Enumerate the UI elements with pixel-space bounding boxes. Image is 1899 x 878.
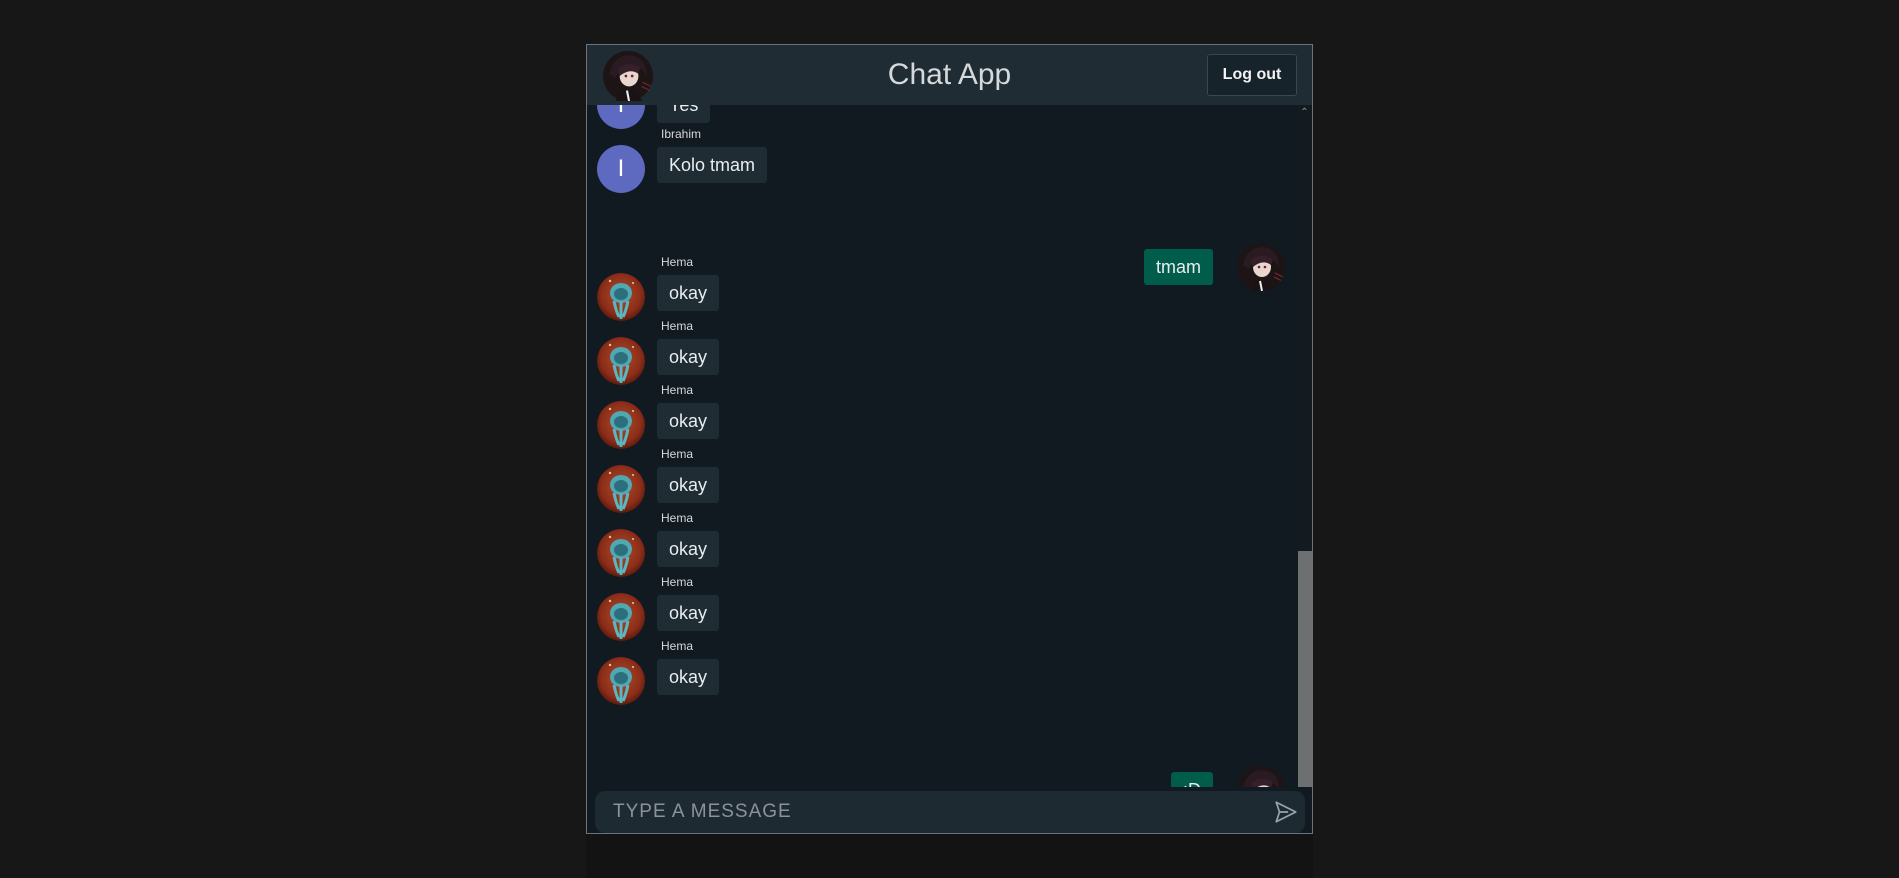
chat-header: Chat App Log out [587, 45, 1312, 105]
message-bubble: okay [657, 659, 720, 695]
message-list[interactable]: I Yes Ibrahim I Kolo tmam tmam Hema okay… [587, 105, 1297, 827]
page-footer-strip [586, 834, 1313, 878]
message-bubble: Kolo tmam [657, 147, 768, 183]
sender-name: Ibrahim [661, 127, 702, 141]
send-icon[interactable] [1273, 799, 1299, 825]
sender-avatar[interactable] [597, 593, 645, 641]
sender-avatar[interactable]: I [597, 105, 645, 129]
sender-avatar[interactable] [597, 465, 645, 513]
app-title: Chat App [887, 58, 1012, 91]
sender-name: Hema [661, 447, 694, 461]
message-composer [587, 787, 1312, 833]
sender-avatar[interactable] [597, 273, 645, 321]
sender-avatar[interactable] [597, 337, 645, 385]
message-bubble: okay [657, 595, 720, 631]
message-bubble: okay [657, 467, 720, 503]
sender-avatar[interactable]: I [597, 145, 645, 193]
message-bubble: okay [657, 275, 720, 311]
sender-avatar[interactable] [597, 657, 645, 705]
sender-name: Hema [661, 383, 694, 397]
sender-avatar[interactable] [597, 529, 645, 577]
sender-avatar[interactable] [597, 401, 645, 449]
message-bubble: Yes [657, 105, 711, 123]
message-bubble: okay [657, 531, 720, 567]
my-avatar[interactable] [1237, 243, 1285, 291]
sender-name: Hema [661, 639, 694, 653]
message-bubble: okay [657, 339, 720, 375]
scroll-thumb[interactable] [1298, 551, 1312, 825]
message-input[interactable] [595, 791, 1305, 833]
sender-name: Hema [661, 255, 694, 269]
sender-name: Hema [661, 511, 694, 525]
scroll-up-icon[interactable]: ⌃ [1297, 105, 1312, 120]
message-bubble: okay [657, 403, 720, 439]
chat-window: I Yes Ibrahim I Kolo tmam tmam Hema okay… [586, 44, 1313, 834]
message-bubble: tmam [1144, 249, 1213, 285]
logout-button[interactable]: Log out [1207, 54, 1297, 96]
sender-name: Hema [661, 319, 694, 333]
message-scrollbar[interactable]: ⌃ ⌄ [1297, 105, 1312, 827]
sender-name: Hema [661, 575, 694, 589]
